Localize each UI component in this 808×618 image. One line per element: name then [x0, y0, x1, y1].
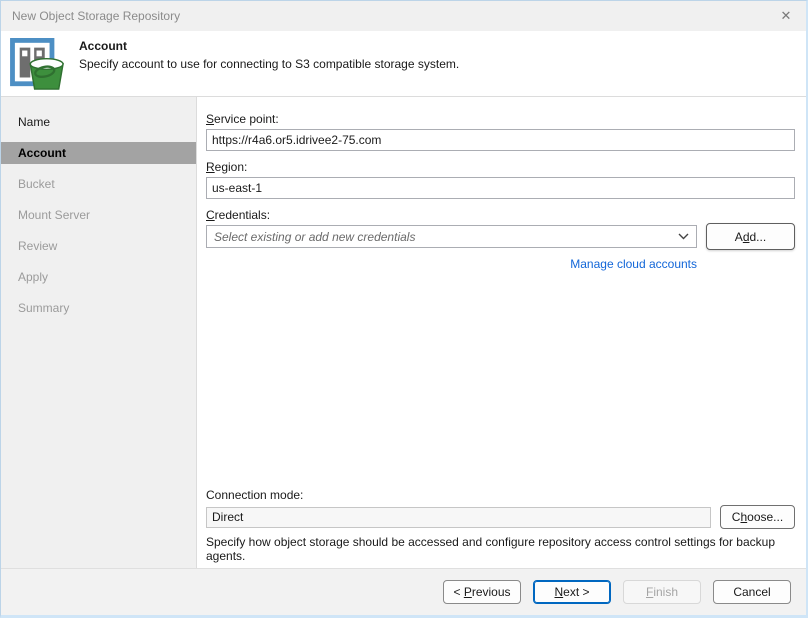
service-point-label: Service point:: [206, 112, 795, 126]
step-label: Bucket: [18, 177, 55, 191]
wizard-body: Name Account Bucket Mount Server Review …: [1, 97, 806, 568]
step-subtitle: Specify account to use for connecting to…: [79, 57, 459, 71]
close-icon: ✕: [781, 8, 792, 24]
service-point-input[interactable]: [206, 129, 795, 151]
next-button-accel: N: [554, 585, 563, 599]
object-storage-repository-icon: [10, 38, 66, 90]
connection-mode-help-text: Specify how object storage should be acc…: [206, 535, 795, 563]
credentials-label-accel: C: [206, 208, 215, 222]
choose-connection-mode-button[interactable]: Choose...: [720, 505, 795, 529]
region-label-accel: R: [206, 160, 215, 174]
sidebar-item-apply: Apply: [1, 266, 196, 288]
finish-button: Finish: [623, 580, 701, 604]
sidebar-item-name[interactable]: Name: [1, 111, 196, 133]
wizard-steps-sidebar: Name Account Bucket Mount Server Review …: [1, 97, 197, 568]
cancel-button[interactable]: Cancel: [713, 580, 791, 604]
add-button-pre: A: [735, 230, 743, 244]
sidebar-item-bucket: Bucket: [1, 173, 196, 195]
connection-mode-value: Direct: [206, 507, 711, 528]
service-point-label-accel: S: [206, 112, 214, 126]
step-label: Review: [18, 239, 57, 253]
step-title: Account: [79, 39, 459, 53]
step-label: Account: [18, 146, 66, 160]
sidebar-item-account[interactable]: Account: [1, 142, 196, 164]
title-bar: New Object Storage Repository ✕: [1, 1, 806, 31]
window-title: New Object Storage Repository: [12, 9, 180, 23]
previous-button-accel: P: [464, 585, 472, 599]
wizard-header: Account Specify account to use for conne…: [1, 31, 806, 97]
account-step-content: Service point: Region: Credentials: Sele…: [197, 97, 806, 568]
connection-mode-label: Connection mode:: [206, 488, 795, 502]
choose-button-rest: oose...: [747, 510, 783, 524]
previous-button-rest: revious: [472, 585, 511, 599]
add-button-rest: d...: [750, 230, 767, 244]
next-button[interactable]: Next >: [533, 580, 611, 604]
region-label-rest: egion:: [215, 160, 248, 174]
region-input[interactable]: [206, 177, 795, 199]
wizard-window: New Object Storage Repository ✕ Account …: [0, 0, 808, 618]
sidebar-item-summary: Summary: [1, 297, 196, 319]
add-button-accel: d: [743, 230, 750, 244]
manage-cloud-accounts-link[interactable]: Manage cloud accounts: [570, 257, 697, 271]
finish-button-rest: inish: [653, 585, 678, 599]
close-button[interactable]: ✕: [766, 1, 806, 31]
chevron-down-icon: [678, 233, 689, 240]
sidebar-item-review: Review: [1, 235, 196, 257]
credentials-placeholder: Select existing or add new credentials: [214, 230, 678, 244]
step-label: Mount Server: [18, 208, 90, 222]
sidebar-item-mount-server: Mount Server: [1, 204, 196, 226]
connection-mode-row: Direct Choose...: [206, 505, 795, 529]
credentials-dropdown[interactable]: Select existing or add new credentials: [206, 225, 697, 248]
wizard-footer: < Previous Next > Finish Cancel: [1, 568, 806, 615]
previous-button[interactable]: < Previous: [443, 580, 521, 604]
next-button-rest: ext >: [563, 585, 589, 599]
content-spacer: [206, 271, 795, 488]
credentials-label-rest: redentials:: [215, 208, 270, 222]
add-credentials-button[interactable]: Add...: [706, 223, 795, 250]
step-label: Summary: [18, 301, 69, 315]
region-label: Region:: [206, 160, 795, 174]
service-point-label-rest: ervice point:: [214, 112, 279, 126]
credentials-label: Credentials:: [206, 208, 795, 222]
previous-button-pre: <: [453, 585, 463, 599]
credentials-row: Select existing or add new credentials A…: [206, 225, 795, 250]
header-text: Account Specify account to use for conne…: [79, 38, 459, 90]
step-label: Name: [18, 115, 50, 129]
step-label: Apply: [18, 270, 48, 284]
manage-accounts-row: Manage cloud accounts: [206, 257, 795, 271]
